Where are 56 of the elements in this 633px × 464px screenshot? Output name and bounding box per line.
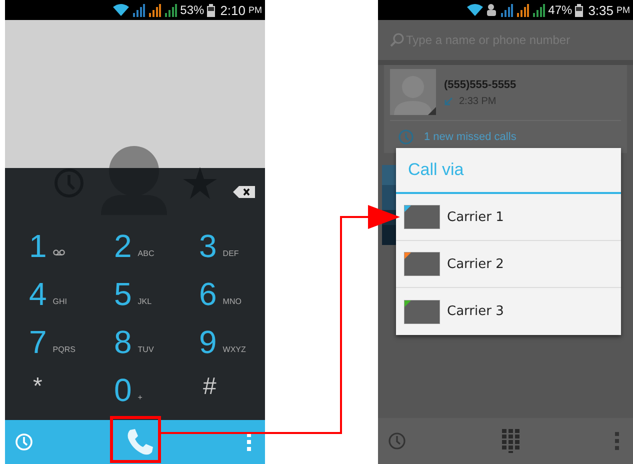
contact-avatar-icon — [390, 69, 436, 115]
dial-key[interactable]: 6 MNO — [185, 272, 265, 312]
phone-icon — [125, 427, 155, 457]
sim-card-icon — [404, 300, 440, 324]
signal-icon — [500, 4, 514, 16]
more-options-button[interactable] — [247, 433, 251, 451]
clock-time: 2:10 — [220, 2, 246, 18]
call-history-button[interactable] — [388, 432, 406, 450]
signal-icon — [164, 4, 178, 16]
clock-icon — [388, 432, 406, 450]
dial-key[interactable]: # — [185, 368, 265, 408]
battery-icon — [207, 4, 216, 16]
phone-number: (555)555-5555 — [444, 79, 516, 91]
dial-key[interactable]: 5 JKL — [100, 272, 180, 312]
dial-key[interactable]: 7 PQRS — [15, 320, 95, 360]
incoming-call-icon — [444, 97, 453, 106]
clock-icon — [398, 129, 414, 145]
signal-icon — [148, 4, 162, 16]
wifi-icon — [467, 4, 484, 16]
battery-percent: 53% — [180, 3, 204, 17]
clock-time: 3:35 — [588, 2, 614, 18]
notification-icon — [486, 4, 498, 16]
battery-percent: 47% — [548, 3, 572, 17]
voicemail-icon — [52, 249, 65, 256]
dial-key[interactable]: 0 + — [100, 368, 180, 408]
overflow-menu-icon — [615, 432, 619, 450]
dialog-title: Call via — [396, 148, 621, 194]
carrier-option[interactable]: Carrier 1 — [396, 194, 621, 241]
clock-period: PM — [248, 5, 262, 15]
dial-key[interactable]: 4 GHI — [15, 272, 95, 312]
dial-key[interactable]: 3 DEF — [185, 224, 265, 264]
dialpad-icon — [502, 429, 520, 453]
backspace-button[interactable] — [233, 186, 255, 198]
call-button[interactable] — [125, 427, 155, 457]
clock-period: PM — [616, 5, 630, 15]
clock-icon — [15, 433, 33, 451]
sim-card-icon — [404, 205, 440, 229]
dial-key[interactable]: 1 — [15, 224, 95, 264]
dial-key[interactable]: 8 TUV — [100, 320, 180, 360]
dial-key[interactable]: * — [15, 368, 95, 408]
highlight-frame — [110, 416, 161, 463]
dial-key[interactable]: 2 ABC — [100, 224, 180, 264]
sim-card-icon — [404, 252, 440, 276]
signal-icon — [132, 4, 146, 16]
dial-key[interactable]: 9 WXYZ — [185, 320, 265, 360]
backspace-icon — [233, 186, 255, 198]
carrier-option[interactable]: Carrier 3 — [396, 288, 621, 335]
wifi-icon — [113, 4, 130, 16]
more-options-button[interactable] — [615, 432, 619, 450]
search-icon — [390, 33, 404, 47]
battery-icon — [575, 4, 584, 16]
carrier-option[interactable]: Carrier 2 — [396, 241, 621, 288]
signal-icon — [516, 4, 530, 16]
dialpad-button[interactable] — [502, 429, 520, 453]
overflow-menu-icon — [247, 433, 251, 451]
signal-icon — [532, 4, 546, 16]
